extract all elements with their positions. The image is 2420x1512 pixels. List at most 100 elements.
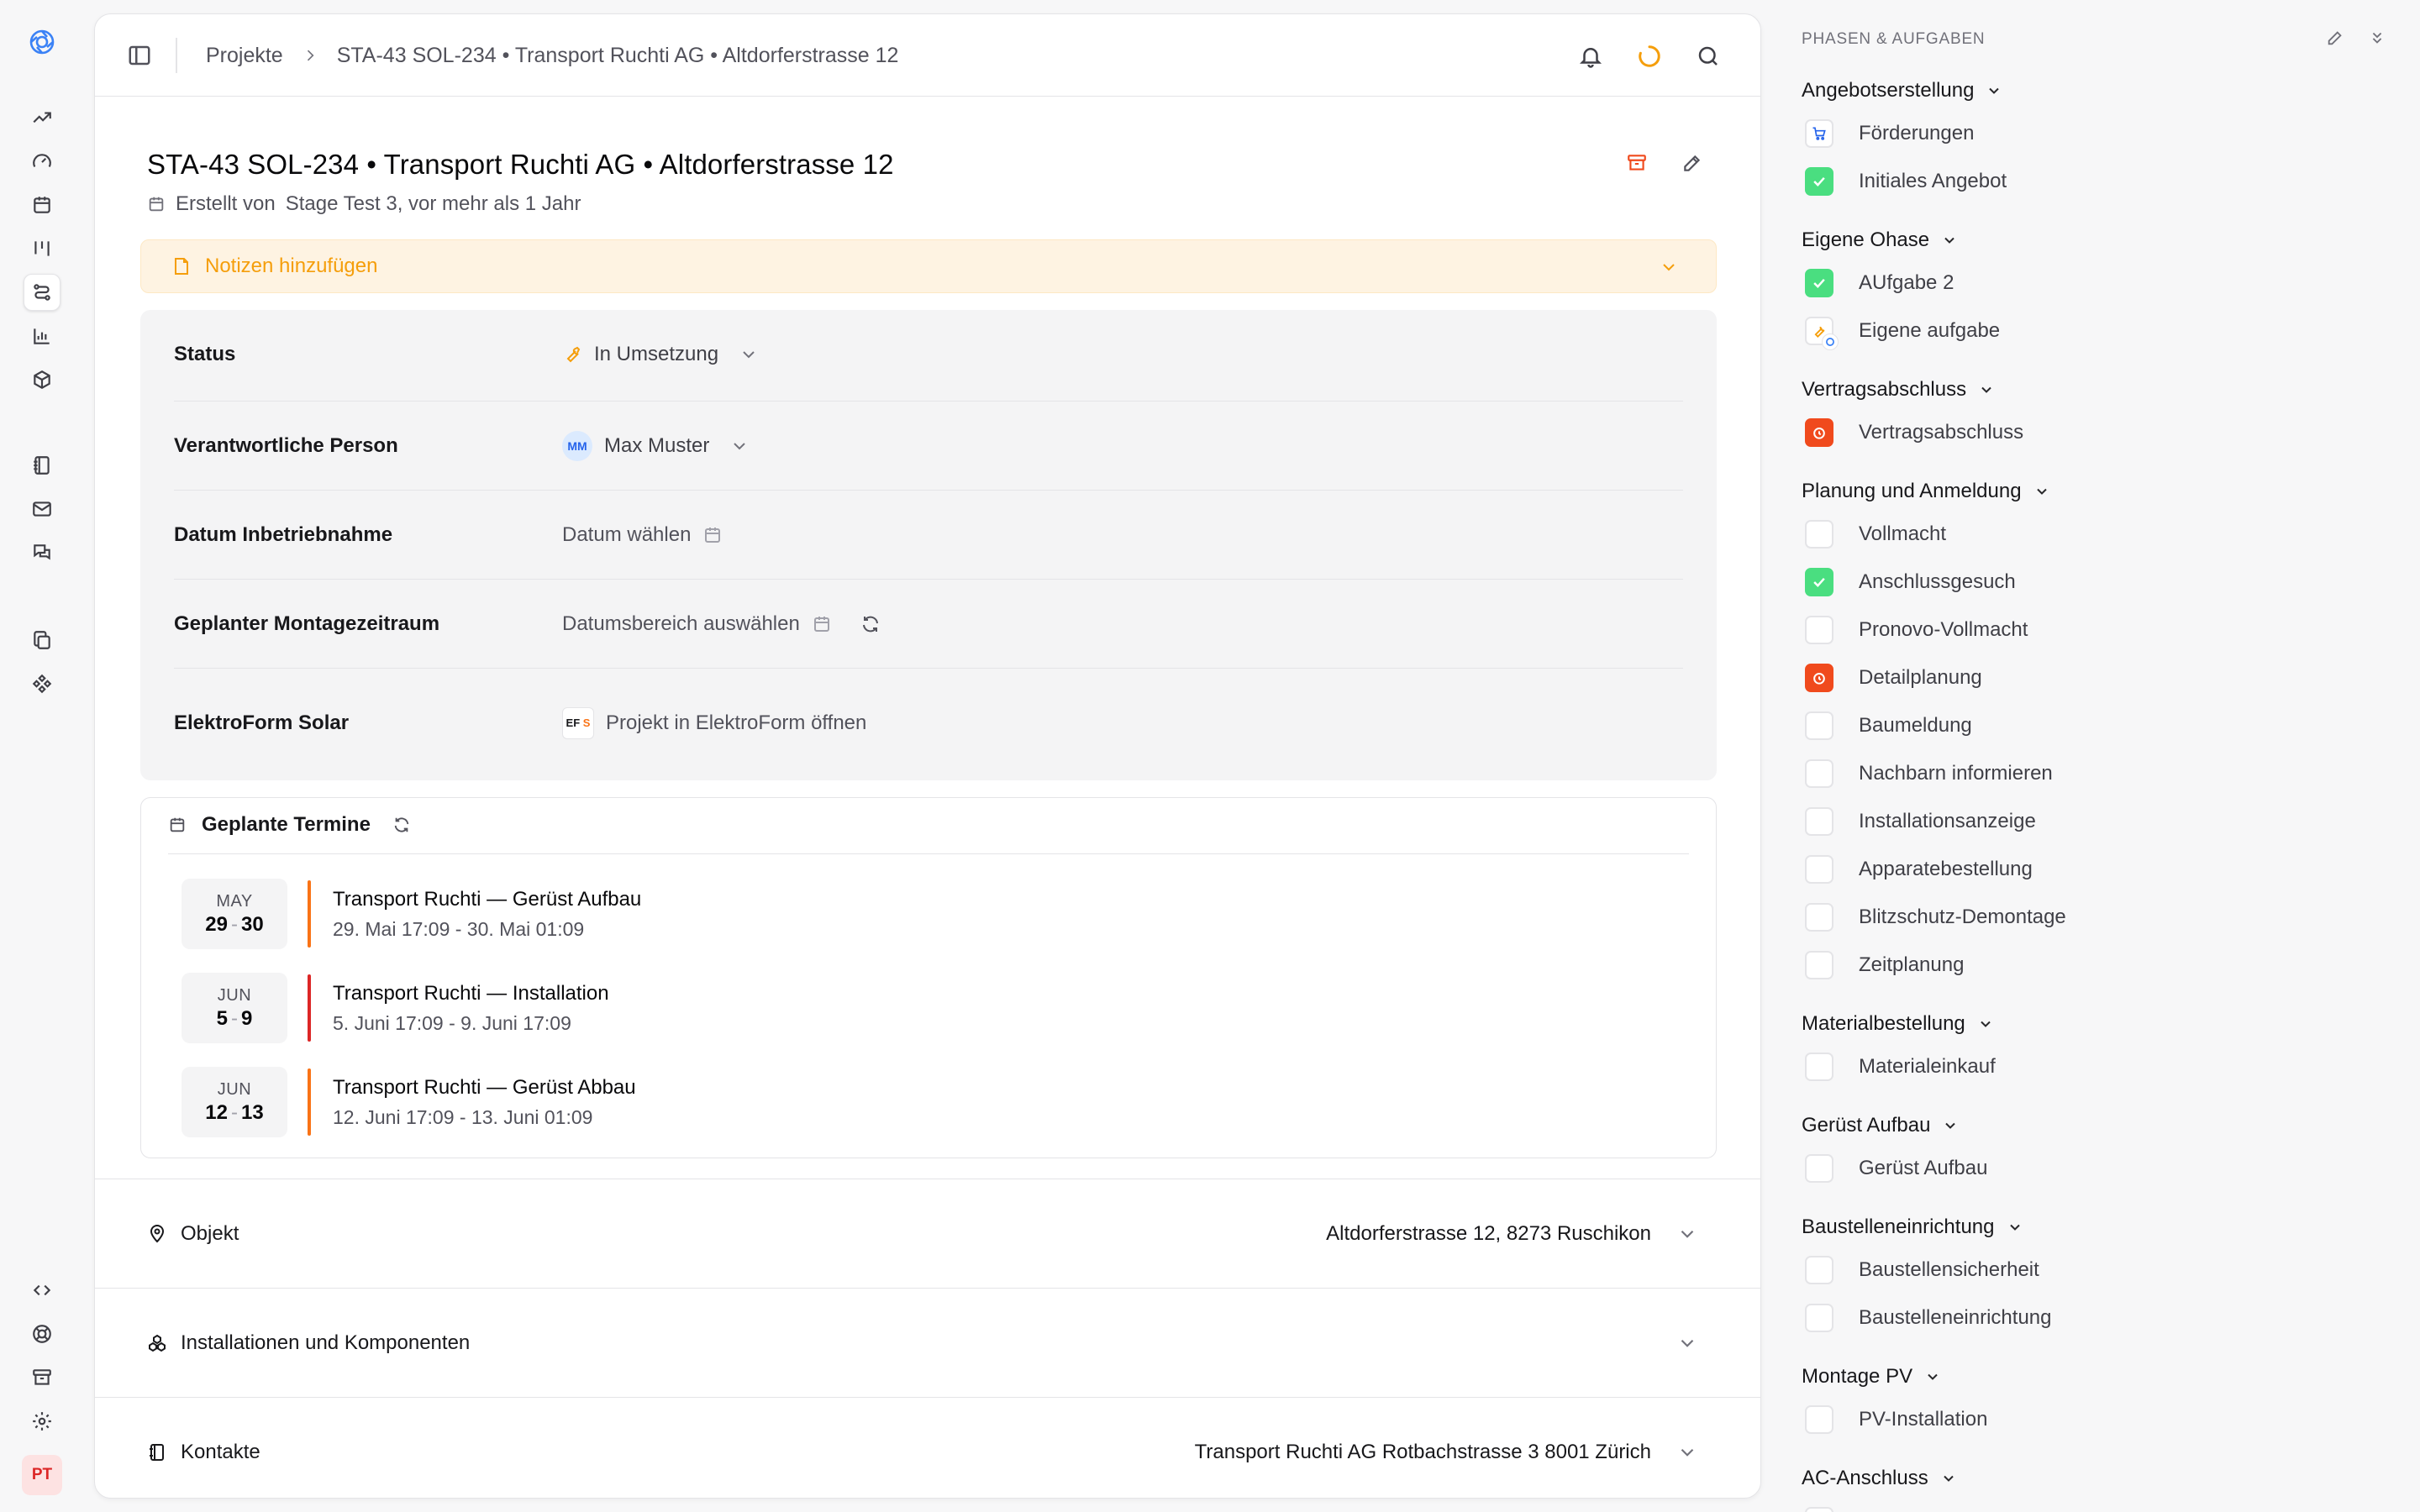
phase-header[interactable]: Materialbestellung — [1802, 1012, 1994, 1036]
task-item[interactable]: Nachbarn informieren — [1805, 759, 2053, 788]
appointment-item[interactable]: JUN 12-13 Transport Ruchti — Gerüst Abba… — [182, 1067, 636, 1137]
task-item[interactable]: Initiales Angebot — [1805, 167, 2007, 196]
date-picker[interactable]: Datum wählen — [562, 523, 723, 547]
bell-icon[interactable] — [1572, 38, 1609, 75]
chevron-down-icon[interactable] — [1659, 257, 1679, 277]
phase-header[interactable]: Angebotserstellung — [1802, 79, 2002, 102]
phase-header[interactable]: Eigene Ohase — [1802, 228, 1958, 252]
task-item[interactable]: Pronovo-Vollmacht — [1805, 616, 2028, 644]
status-select[interactable]: In Umsetzung — [562, 343, 759, 366]
task-name: Baustellensicherheit — [1859, 1258, 2039, 1281]
add-notes-bar[interactable]: Notizen hinzufügen — [140, 239, 1717, 293]
task-item[interactable]: AUfgabe 2 — [1805, 269, 1954, 297]
chevron-down-icon — [1941, 232, 1958, 249]
event-title: Transport Ruchti — Installation — [333, 981, 609, 1005]
task-checkbox[interactable] — [1805, 903, 1833, 932]
task-item[interactable]: Apparatebestellung — [1805, 855, 2033, 884]
workflow-icon[interactable] — [24, 274, 60, 311]
task-item[interactable]: PV-Installation — [1805, 1405, 1987, 1434]
task-item[interactable]: Vertragsabschluss — [1805, 418, 2023, 447]
task-item[interactable]: Gerüst Aufbau — [1805, 1154, 1987, 1183]
phase-header[interactable]: Baustelleneinrichtung — [1802, 1215, 2023, 1239]
task-item[interactable]: AC-Installation — [1805, 1507, 1990, 1512]
chevrons-down-icon[interactable] — [2368, 29, 2386, 47]
refresh-icon[interactable] — [860, 614, 881, 634]
task-item[interactable]: Baustelleneinrichtung — [1805, 1304, 2052, 1332]
settings-icon[interactable] — [24, 1403, 60, 1440]
search-icon[interactable] — [1690, 38, 1727, 75]
chevron-down-icon[interactable] — [1676, 1441, 1698, 1463]
task-checkbox[interactable] — [1805, 616, 1833, 644]
task-checkbox[interactable] — [1805, 759, 1833, 788]
refresh-icon[interactable] — [392, 816, 411, 834]
notebook-icon[interactable] — [24, 447, 60, 484]
task-checkbox[interactable] — [1805, 520, 1833, 549]
task-item[interactable]: Baumeldung — [1805, 711, 1972, 740]
trend-icon[interactable] — [24, 99, 60, 136]
code-icon[interactable] — [24, 1272, 60, 1309]
task-item[interactable]: Blitzschutz-Demontage — [1805, 903, 2066, 932]
task-checkbox[interactable] — [1805, 1053, 1833, 1081]
phase-header[interactable]: Gerüst Aufbau — [1802, 1114, 1959, 1137]
task-checkbox[interactable] — [1805, 1154, 1833, 1183]
breadcrumb-projekte[interactable]: Projekte — [206, 44, 283, 68]
sidebar-toggle-icon[interactable] — [127, 43, 152, 68]
task-item[interactable]: Installationsanzeige — [1805, 807, 2036, 836]
task-item[interactable]: Zeitplanung — [1805, 951, 1964, 979]
task-checkbox[interactable] — [1805, 1304, 1833, 1332]
task-item[interactable]: Materialeinkauf — [1805, 1053, 1996, 1081]
appointment-item[interactable]: JUN 5-9 Transport Ruchti — Installation … — [182, 973, 609, 1043]
elektroform-link[interactable]: EF S Projekt in ElektroForm öffnen — [562, 706, 866, 739]
user-avatar[interactable]: PT — [22, 1455, 62, 1495]
archive-icon[interactable] — [24, 1359, 60, 1396]
task-checkbox[interactable] — [1805, 1256, 1833, 1284]
section-kontakte[interactable]: Kontakte Transport Ruchti AG Rotbachstra… — [95, 1397, 1760, 1498]
task-checkbox[interactable] — [1805, 855, 1833, 884]
task-status-alarm-icon[interactable] — [1805, 664, 1833, 692]
task-item[interactable]: Anschlussgesuch — [1805, 568, 2016, 596]
help-icon[interactable] — [24, 1315, 60, 1352]
archive-icon[interactable] — [1626, 152, 1648, 174]
task-status-done-icon[interactable] — [1805, 269, 1833, 297]
edit-icon[interactable] — [1681, 152, 1703, 174]
package-icon[interactable] — [24, 361, 60, 398]
task-checkbox[interactable] — [1805, 951, 1833, 979]
phase-header[interactable]: AC-Anschluss — [1802, 1467, 1957, 1490]
bar-chart-icon[interactable] — [24, 318, 60, 354]
task-status-done-icon[interactable] — [1805, 568, 1833, 596]
task-checkbox[interactable] — [1805, 1507, 1833, 1512]
phase-header[interactable]: Montage PV — [1802, 1365, 1941, 1389]
task-checkbox[interactable] — [1805, 711, 1833, 740]
task-item[interactable]: Vollmacht — [1805, 520, 1946, 549]
chat-icon[interactable] — [24, 534, 60, 571]
gauge-icon[interactable] — [24, 143, 60, 180]
task-item[interactable]: Baustellensicherheit — [1805, 1256, 2039, 1284]
section-installationen[interactable]: Installationen und Komponenten — [95, 1288, 1760, 1397]
calendar-icon[interactable] — [24, 186, 60, 223]
app-logo-icon[interactable] — [25, 25, 59, 59]
chevron-down-icon[interactable] — [1676, 1223, 1698, 1245]
date-range-picker[interactable]: Datumsbereich auswählen — [562, 612, 881, 636]
breadcrumb-current[interactable]: STA-43 SOL-234 • Transport Ruchti AG • A… — [337, 44, 899, 68]
task-status-custom-icon[interactable] — [1805, 317, 1839, 350]
copy-icon[interactable] — [24, 622, 60, 659]
task-item[interactable]: Detailplanung — [1805, 664, 1982, 692]
edit-icon[interactable] — [2326, 29, 2344, 47]
task-item[interactable]: Förderungen — [1805, 119, 1974, 148]
integrations-icon[interactable] — [24, 665, 60, 702]
chevron-down-icon[interactable] — [1676, 1332, 1698, 1354]
phase-header[interactable]: Planung und Anmeldung — [1802, 480, 2050, 503]
appointment-item[interactable]: MAY 29-30 Transport Ruchti — Gerüst Aufb… — [182, 879, 641, 949]
owner-select[interactable]: MM Max Muster — [562, 430, 750, 461]
task-item[interactable]: Eigene aufgabe — [1805, 317, 2000, 350]
phase-header[interactable]: Vertragsabschluss — [1802, 378, 1995, 402]
kanban-icon[interactable] — [24, 230, 60, 267]
task-checkbox[interactable] — [1805, 1405, 1833, 1434]
task-status-cart-icon[interactable] — [1805, 119, 1833, 148]
task-status-done-icon[interactable] — [1805, 167, 1833, 196]
event-color-bar — [308, 880, 311, 948]
mail-icon[interactable] — [24, 491, 60, 528]
task-status-alarm-icon[interactable] — [1805, 418, 1833, 447]
task-checkbox[interactable] — [1805, 807, 1833, 836]
section-objekt[interactable]: Objekt Altdorferstrasse 12, 8273 Ruschik… — [95, 1179, 1760, 1288]
